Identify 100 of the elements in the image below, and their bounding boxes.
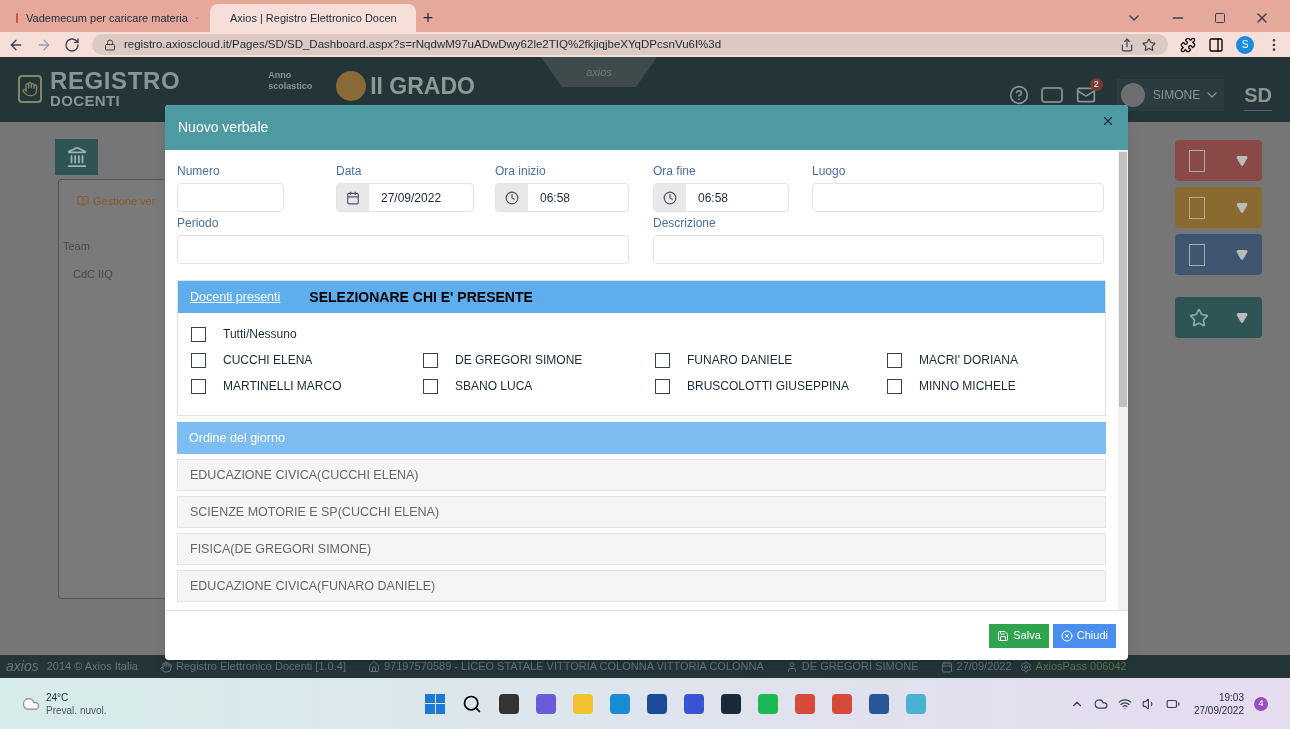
section-title: Gestione ver bbox=[93, 194, 156, 209]
field-label: Ora inizio bbox=[495, 164, 547, 178]
checkbox-label: MARTINELLI MARCO bbox=[223, 378, 342, 395]
temperature: 24°C bbox=[46, 690, 70, 704]
side-panel-icon[interactable] bbox=[1208, 36, 1224, 53]
address-bar[interactable]: registro.axioscloud.it/Pages/SD/SD_Dashboard.aspx?s=rNqdwM97uADwDwy62le2TIQ%2fkjiqjbeXYqDPcsnVu6I%3d bbox=[92, 34, 1168, 55]
date-text: 27/09/2022 bbox=[956, 659, 1012, 675]
app-icon[interactable] bbox=[499, 693, 520, 714]
app-icon[interactable] bbox=[869, 693, 890, 714]
modal-title: Nuovo verbale bbox=[178, 118, 269, 137]
new-tab-button[interactable]: + bbox=[416, 4, 440, 32]
app-icon[interactable] bbox=[647, 693, 668, 714]
checkbox[interactable] bbox=[191, 378, 206, 394]
instruction-text: SELEZIONARE CHI E' PRESENTE bbox=[309, 287, 533, 307]
profile-avatar[interactable]: S bbox=[1236, 35, 1254, 54]
checkbox[interactable] bbox=[191, 326, 206, 342]
menu-tile[interactable] bbox=[1175, 187, 1262, 228]
gear-icon bbox=[1019, 660, 1032, 673]
checkbox-label: FUNARO DANIELE bbox=[687, 352, 793, 369]
logo-title: REGISTRO bbox=[50, 69, 181, 93]
section-title: Ordine del giorno bbox=[189, 429, 285, 447]
agenda-item[interactable]: EDUCAZIONE CIVICA(FUNARO DANIELE) bbox=[177, 570, 1106, 602]
dropdown-icon bbox=[1236, 154, 1248, 167]
star-icon[interactable] bbox=[1142, 37, 1156, 52]
document-icon bbox=[1189, 149, 1205, 172]
wifi-icon[interactable] bbox=[1117, 696, 1132, 711]
tab-title: Axios | Registro Elettronico Docen bbox=[230, 10, 397, 26]
calendar-icon bbox=[940, 660, 953, 673]
text-input[interactable] bbox=[812, 183, 1104, 212]
app-icon[interactable] bbox=[721, 693, 742, 714]
start-icon[interactable] bbox=[425, 693, 446, 714]
school-emblem-icon bbox=[336, 71, 367, 102]
pass-text: AxiosPass 006042 bbox=[1035, 659, 1127, 675]
menu-tile[interactable] bbox=[1175, 297, 1262, 338]
save-button[interactable]: Salva bbox=[989, 623, 1049, 648]
clock-time[interactable]: 19:03 bbox=[1218, 690, 1244, 704]
calendar-icon bbox=[346, 190, 360, 205]
checkbox[interactable] bbox=[191, 352, 206, 368]
time-input[interactable]: 06:58 bbox=[495, 183, 629, 212]
text-input[interactable] bbox=[653, 235, 1104, 264]
checkbox[interactable] bbox=[655, 352, 670, 368]
clock-icon bbox=[663, 190, 677, 205]
logo-icon bbox=[18, 74, 42, 103]
menu-tile[interactable] bbox=[1175, 234, 1262, 275]
avatar-icon bbox=[1120, 83, 1145, 107]
notification-badge: 2 bbox=[1089, 78, 1103, 91]
close-button[interactable]: Chiudi bbox=[1052, 623, 1116, 648]
checkbox-label: MINNO MICHELE bbox=[919, 378, 1016, 395]
user-text: DE GREGORI SIMONE bbox=[801, 659, 919, 675]
document-icon bbox=[1189, 243, 1205, 266]
user-initials[interactable]: SD bbox=[1244, 79, 1272, 111]
checkbox-label: MACRI' DORIANA bbox=[919, 352, 1018, 369]
agenda-item[interactable]: EDUCAZIONE CIVICA(CUCCHI ELENA) bbox=[177, 459, 1106, 491]
year-label: scolastico bbox=[268, 81, 313, 92]
clock-icon bbox=[505, 190, 519, 205]
cloud-icon[interactable] bbox=[1093, 696, 1108, 711]
document-icon bbox=[1189, 196, 1205, 219]
agenda-item[interactable]: SCIENZE MOTORIE E SP(CUCCHI ELENA) bbox=[177, 496, 1106, 528]
extensions-icon[interactable] bbox=[1180, 36, 1196, 53]
checkbox-label: BRUSCOLOTTI GIUSEPPINA bbox=[687, 378, 850, 395]
checkbox-label: DE GREGORI SIMONE bbox=[455, 352, 583, 369]
scrollbar[interactable] bbox=[1118, 150, 1128, 610]
agenda-item[interactable]: FISICA(DE GREGORI SIMONE) bbox=[177, 533, 1106, 565]
tab-title: Vademecum per caricare materia bbox=[26, 10, 188, 26]
help-icon[interactable] bbox=[1008, 85, 1029, 105]
logo-subtitle: DOCENTI bbox=[50, 93, 122, 108]
hand-icon bbox=[159, 660, 172, 673]
grade-title: II GRADO bbox=[370, 72, 475, 101]
weather-text: Preval. nuvol. bbox=[46, 703, 107, 717]
school-text: 97197570589 - LICEO STATALE VITTORIA COLONNA VITTORIA COLONNA bbox=[383, 659, 764, 675]
checkbox[interactable] bbox=[423, 378, 438, 394]
mail-icon[interactable] bbox=[1074, 85, 1097, 105]
version-text: Registro Elettronico Docenti [1.0.4] bbox=[175, 659, 346, 675]
share-icon[interactable] bbox=[1120, 37, 1134, 52]
star-icon bbox=[1189, 307, 1209, 328]
notification-badge[interactable]: 4 bbox=[1254, 696, 1268, 711]
date-input[interactable]: 27/09/2022 bbox=[336, 183, 474, 212]
checkbox-label: SBANO LUCA bbox=[455, 378, 533, 395]
checkbox[interactable] bbox=[423, 352, 438, 368]
text-input[interactable] bbox=[177, 183, 284, 212]
text-input[interactable] bbox=[177, 235, 629, 264]
home-tile[interactable] bbox=[55, 139, 98, 175]
time-input[interactable]: 06:58 bbox=[653, 183, 789, 212]
checkbox[interactable] bbox=[655, 378, 670, 394]
browser-tab[interactable]: Vademecum per caricare materia bbox=[4, 4, 210, 32]
checkbox[interactable] bbox=[887, 378, 902, 394]
search-icon[interactable] bbox=[462, 693, 483, 714]
browser-tab[interactable]: Axios | Registro Elettronico Docen bbox=[210, 4, 416, 32]
field-label: Descrizione bbox=[653, 216, 717, 230]
maximize-icon[interactable] bbox=[1214, 12, 1226, 24]
menu-tile[interactable] bbox=[1175, 140, 1262, 181]
footer-logo: axios bbox=[6, 657, 39, 676]
checkbox[interactable] bbox=[887, 352, 902, 368]
field-label: Data bbox=[336, 164, 363, 178]
dropdown-icon bbox=[1236, 201, 1248, 214]
user-menu[interactable]: SIMONE bbox=[1116, 79, 1225, 111]
reload-icon[interactable] bbox=[64, 36, 80, 53]
field-label: Ora fine bbox=[653, 164, 697, 178]
clock-date[interactable]: 27/09/2022 bbox=[1193, 703, 1244, 717]
year-label: Anno bbox=[268, 70, 293, 81]
